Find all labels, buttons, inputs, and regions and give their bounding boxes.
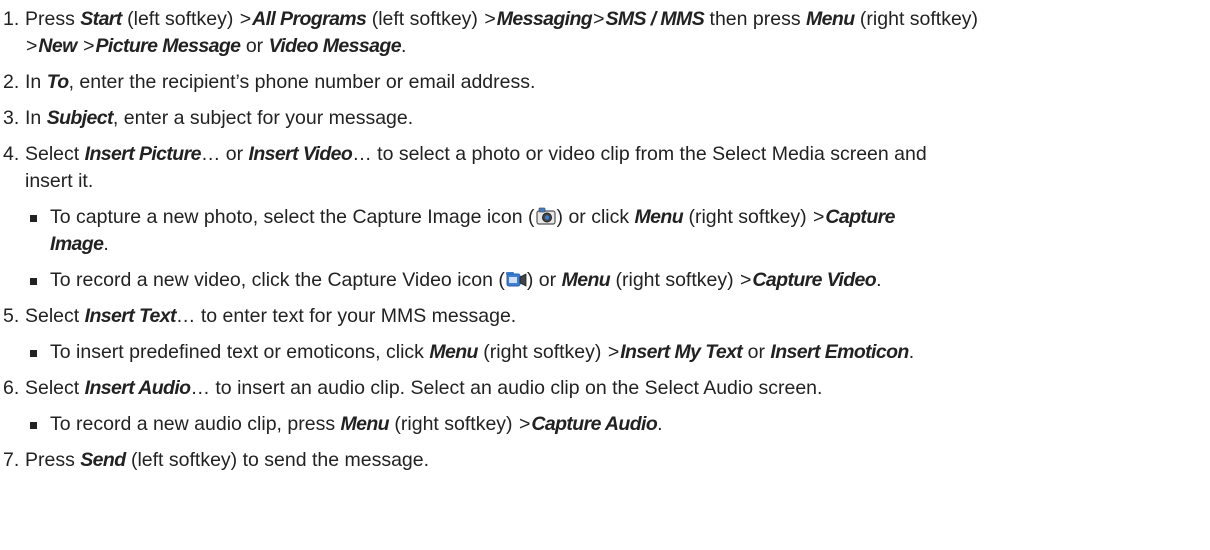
- ui-term: Image: [50, 233, 104, 255]
- ui-term: Menu: [806, 8, 855, 30]
- body-text: (right softkey): [854, 8, 979, 30]
- bullet-item: To record a new audio clip, press Menu (…: [0, 411, 1210, 438]
- step-number: 6.: [3, 377, 20, 399]
- bullet-square-icon: [30, 215, 37, 222]
- body-text: To record a new video, click the Capture…: [50, 269, 505, 291]
- ui-term: Menu: [340, 413, 389, 435]
- bullet-square-icon: [30, 350, 37, 357]
- body-text: then press: [704, 8, 806, 30]
- ui-term: Menu: [634, 206, 684, 228]
- bullet-item: To insert predefined text or emoticons, …: [0, 339, 1210, 366]
- step-item: 7. Press Send (left softkey) to send the …: [0, 447, 1210, 474]
- ui-term: Insert Text: [84, 305, 177, 327]
- body-text: ) or click: [556, 206, 635, 228]
- body-text: (right softkey): [683, 206, 812, 228]
- ui-term: Capture Video: [752, 269, 877, 291]
- body-text: In: [25, 107, 47, 129]
- ui-term: To: [46, 71, 70, 93]
- body-text: , enter the recipient’s phone number or …: [68, 71, 536, 93]
- menu-path-separator: >: [813, 206, 825, 228]
- step-number: 2.: [3, 71, 20, 93]
- body-text: or: [742, 341, 771, 363]
- body-text: .: [103, 233, 109, 255]
- body-text: … to insert an audio clip. Select an aud…: [190, 377, 823, 399]
- body-text: .: [908, 341, 915, 363]
- ui-term: All Programs: [252, 8, 367, 30]
- body-text: .: [400, 35, 407, 57]
- ui-term: Insert Picture: [84, 143, 202, 165]
- step-item: 6. Select Insert Audio… to insert an audi…: [0, 375, 1210, 402]
- body-text: (right softkey): [389, 413, 518, 435]
- step-number: 5.: [3, 305, 20, 327]
- body-text: .: [876, 269, 882, 291]
- body-text: To insert predefined text or emoticons, …: [50, 341, 430, 363]
- menu-path-separator: >: [26, 35, 38, 57]
- body-text: In: [25, 71, 47, 93]
- body-text: , enter a subject for your message.: [112, 107, 414, 129]
- bullet-square-icon: [30, 278, 37, 285]
- menu-path-separator: >: [239, 8, 252, 30]
- menu-path-separator: >: [607, 341, 620, 363]
- instruction-page: 1. Press Start (left softkey) >All Progra…: [0, 0, 1210, 550]
- step-number: 4.: [3, 143, 20, 165]
- body-text: (right softkey): [477, 341, 607, 363]
- ui-term: Insert Emoticon: [770, 341, 909, 363]
- step-number: 7.: [3, 449, 20, 471]
- step-item: 3. In Subject, enter a subject for your m…: [0, 105, 1210, 132]
- ui-term: Subject: [46, 107, 114, 129]
- menu-path-separator: >: [83, 35, 95, 57]
- ui-term: Start: [80, 8, 122, 30]
- ui-term: SMS / MMS: [605, 8, 705, 30]
- bullet-square-icon: [30, 422, 37, 429]
- body-text: … to enter text for your MMS message.: [175, 305, 517, 327]
- ui-term: Capture Audio: [531, 413, 658, 435]
- video-camera-icon: [505, 268, 527, 290]
- body-text: (left softkey): [366, 8, 484, 30]
- ui-term: Capture: [825, 206, 895, 228]
- camera-icon: [535, 205, 557, 227]
- ui-term: Video Message: [268, 35, 402, 57]
- ui-term: Insert Audio: [84, 377, 191, 399]
- step-item: 2. In To, enter the recipient’s phone num…: [0, 69, 1210, 96]
- ui-term: Insert Video: [248, 143, 353, 165]
- step-item: 1. Press Start (left softkey) >All Progra…: [0, 6, 1210, 60]
- body-text: To capture a new photo, select the Captu…: [50, 206, 535, 228]
- ui-term: Insert My Text: [620, 341, 743, 363]
- body-text: (right softkey): [610, 269, 740, 291]
- body-text: [77, 35, 82, 57]
- body-text: … to select a photo or video clip from t…: [352, 143, 927, 165]
- step-item: 5. Select Insert Text… to enter text for …: [0, 303, 1210, 330]
- body-text: … or: [200, 143, 249, 165]
- body-text: Select: [25, 305, 85, 327]
- menu-path-separator: >: [593, 8, 605, 30]
- ui-term: Picture Message: [95, 35, 242, 57]
- body-text: Select: [25, 143, 85, 165]
- menu-path-separator: >: [484, 8, 496, 30]
- body-text: Select: [25, 377, 85, 399]
- step-item: 4. Select Insert Picture… or Insert Video…: [0, 141, 1210, 195]
- ui-term: Menu: [429, 341, 478, 363]
- menu-path-separator: >: [740, 269, 752, 291]
- ui-term: New: [38, 35, 77, 57]
- step-number: 3.: [3, 107, 20, 129]
- body-text: insert it.: [25, 170, 94, 192]
- body-text: To record a new audio clip, press: [50, 413, 341, 435]
- body-text: (left softkey) to send the message.: [125, 449, 430, 471]
- ui-term: Menu: [561, 269, 611, 291]
- menu-path-separator: >: [518, 413, 531, 435]
- bullet-item: To capture a new photo, select the Captu…: [0, 204, 1210, 258]
- step-number: 1.: [3, 8, 20, 30]
- bullet-item: To record a new video, click the Capture…: [0, 267, 1210, 294]
- body-text: (left softkey): [121, 8, 239, 30]
- body-text: Press: [25, 449, 81, 471]
- body-text: ) or: [526, 269, 562, 291]
- body-text: Press: [25, 8, 81, 30]
- body-text: .: [657, 413, 663, 435]
- ui-term: Send: [80, 449, 126, 471]
- body-text: or: [240, 35, 269, 57]
- ui-term: Messaging: [496, 8, 593, 30]
